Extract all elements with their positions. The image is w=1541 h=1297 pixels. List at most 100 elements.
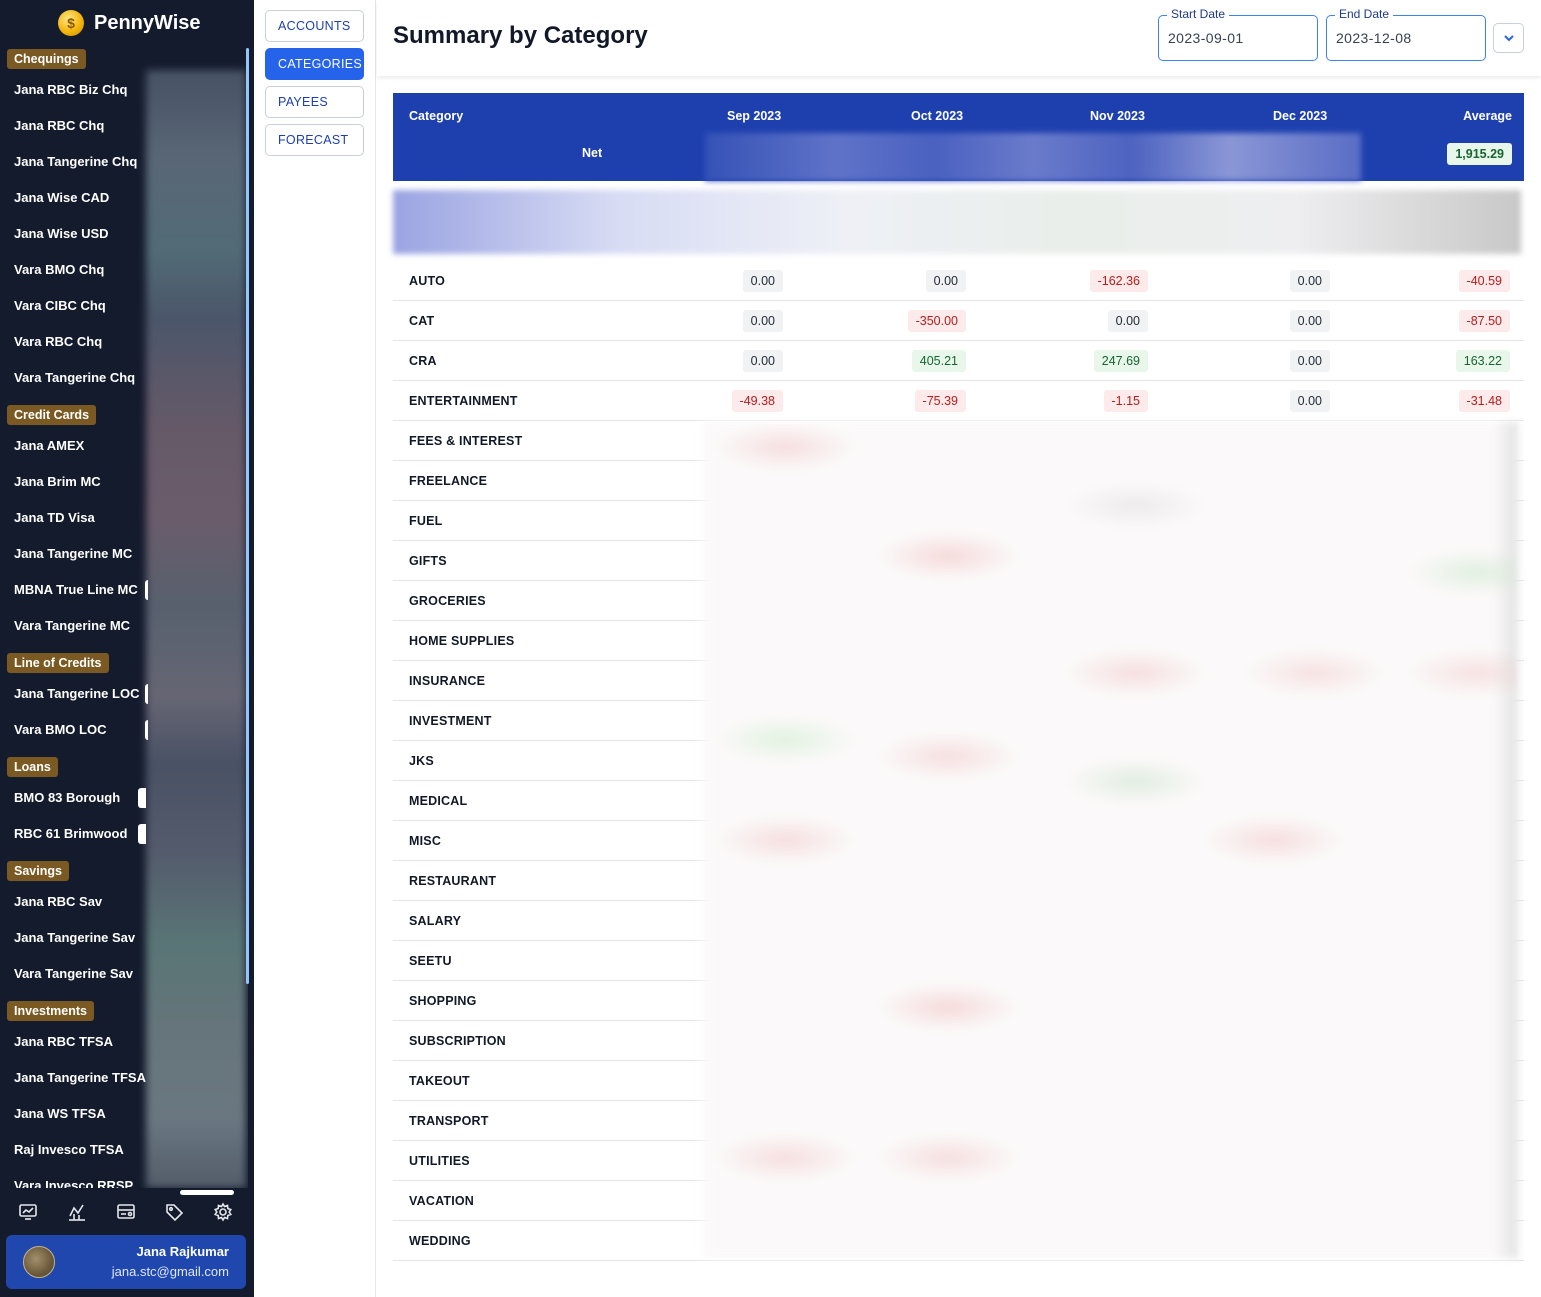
sidebar-account-item[interactable]: Jana Tangerine LOC <box>14 684 139 704</box>
sidebar-account-item[interactable]: Vara RBC Chq <box>14 332 102 352</box>
category-name: GROCERIES <box>409 594 486 608</box>
brand-name: PennyWise <box>94 11 201 34</box>
category-name: SEETU <box>409 954 452 968</box>
payees-button[interactable]: PAYEES <box>265 86 364 118</box>
col-dec-2023[interactable]: Dec 2023 <box>1273 109 1327 123</box>
categories-button[interactable]: CATEGORIES <box>265 48 364 80</box>
page-header: Summary by Category Start Date 2023-09-0… <box>377 0 1541 76</box>
month-value: 0.00 <box>1107 310 1148 332</box>
month-value: 0.00 <box>742 310 783 332</box>
sidebar-account-item[interactable]: Jana RBC Biz Chq <box>14 80 127 100</box>
category-name: FEES & INTEREST <box>409 434 523 448</box>
avatar <box>23 1246 55 1278</box>
average-value: -40.59 <box>1458 270 1510 292</box>
user-card[interactable]: Jana Rajkumar jana.stc@gmail.com <box>6 1235 246 1289</box>
category-name: JKS <box>409 754 434 768</box>
transactions-icon[interactable] <box>115 1201 137 1223</box>
user-name: Jana Rajkumar <box>136 1244 230 1259</box>
report-subnav: ACCOUNTS CATEGORIES PAYEES FORECAST <box>254 0 376 1297</box>
sidebar-account-item[interactable]: Jana Wise CAD <box>14 188 109 208</box>
month-value: 0.00 <box>1289 270 1330 292</box>
table-row[interactable]: CAT 0.00 -350.00 0.00 0.00 -87.50 <box>393 301 1524 341</box>
net-average-value: 1,915.29 <box>1447 143 1512 165</box>
account-list[interactable]: Chequings Jana RBC Biz Chq Jana RBC Chq Jan… <box>0 48 248 1188</box>
col-average[interactable]: Average <box>1463 109 1512 123</box>
table-row[interactable]: ENTERTAINMENT -49.38 -75.39 -1.15 0.00 -31.48 <box>393 381 1524 421</box>
category-values-blurred <box>704 422 1518 1258</box>
average-value: -31.48 <box>1458 390 1510 412</box>
category-name: SALARY <box>409 914 462 928</box>
month-value: -1.15 <box>1103 390 1148 412</box>
sidebar-account-item[interactable]: Jana RBC Chq <box>14 116 104 136</box>
month-value: 405.21 <box>911 350 966 372</box>
sidebar-account-item[interactable]: Jana Brim MC <box>14 472 101 492</box>
sidebar-account-item[interactable]: BMO 83 Borough <box>14 788 120 808</box>
end-date-value[interactable]: 2023-12-08 <box>1336 30 1412 46</box>
sidebar-account-item[interactable]: Vara Tangerine Chq <box>14 368 135 388</box>
sidebar-account-item[interactable]: Vara Tangerine MC <box>14 616 130 636</box>
start-date-field[interactable]: Start Date 2023-09-01 <box>1158 7 1318 61</box>
sidebar-account-item[interactable]: Vara Tangerine Sav <box>14 964 133 984</box>
sidebar-account-item[interactable]: Jana Tangerine Sav <box>14 928 135 948</box>
account-group-label: Investments <box>7 1001 94 1021</box>
month-value: 0.00 <box>742 270 783 292</box>
sidebar-account-item[interactable]: MBNA True Line MC <box>14 580 138 600</box>
month-value: 0.00 <box>1289 390 1330 412</box>
expand-button[interactable] <box>1493 23 1524 53</box>
category-name: FUEL <box>409 514 443 528</box>
sidebar-account-item[interactable]: Raj Invesco TFSA <box>14 1140 124 1160</box>
forecast-button[interactable]: FORECAST <box>265 124 364 156</box>
account-group-label: Credit Cards <box>7 405 97 425</box>
table-row[interactable]: AUTO 0.00 0.00 -162.36 0.00 -40.59 <box>393 261 1524 301</box>
sidebar-scrollbar[interactable] <box>246 48 249 984</box>
income-band-blurred <box>393 190 1521 254</box>
sidebar-account-item[interactable]: Jana RBC Sav <box>14 892 102 912</box>
chevron-down-icon <box>1503 35 1514 42</box>
sidebar-account-item[interactable]: Jana Wise USD <box>14 224 109 244</box>
sidebar-account-item[interactable]: Jana Tangerine MC <box>14 544 132 564</box>
account-balance-tab <box>145 684 148 704</box>
sidebar-account-item[interactable]: Jana TD Visa <box>14 508 95 528</box>
category-name: CAT <box>409 314 435 328</box>
dashboard-icon[interactable] <box>17 1201 39 1223</box>
month-value: 0.00 <box>1289 310 1330 332</box>
account-balance-tab <box>145 580 148 600</box>
sidebar-account-item[interactable]: Vara BMO Chq <box>14 260 104 280</box>
month-value: 0.00 <box>742 350 783 372</box>
col-nov-2023[interactable]: Nov 2023 <box>1090 109 1145 123</box>
start-date-value[interactable]: 2023-09-01 <box>1168 30 1244 46</box>
sidebar-account-item[interactable]: RBC 61 Brimwood <box>14 824 127 844</box>
category-name: FREELANCE <box>409 474 488 488</box>
account-balance-tab <box>145 720 148 740</box>
end-date-field[interactable]: End Date 2023-12-08 <box>1326 7 1486 61</box>
table-header: Category Sep 2023 Oct 2023 Nov 2023 Dec … <box>393 93 1524 181</box>
category-name: MEDICAL <box>409 794 468 808</box>
sidebar-account-item[interactable]: Jana WS TFSA <box>14 1104 106 1124</box>
coin-logo-icon: $ <box>58 10 84 36</box>
table-row[interactable]: CRA 0.00 405.21 247.69 0.00 163.22 <box>393 341 1524 381</box>
sidebar: $ PennyWise Chequings Jana RBC Biz Chq Jan… <box>0 0 254 1297</box>
sidebar-account-item[interactable]: Jana RBC TFSA <box>14 1032 113 1052</box>
col-sep-2023[interactable]: Sep 2023 <box>727 109 781 123</box>
col-category[interactable]: Category <box>409 109 463 123</box>
col-oct-2023[interactable]: Oct 2023 <box>911 109 963 123</box>
accounts-button[interactable]: ACCOUNTS <box>265 10 364 42</box>
page-title: Summary by Category <box>393 22 648 49</box>
month-value: 247.69 <box>1093 350 1148 372</box>
sidebar-account-item[interactable]: Vara BMO LOC <box>14 720 106 740</box>
account-group-label: Chequings <box>7 49 86 69</box>
sidebar-account-item[interactable]: Jana AMEX <box>14 436 84 456</box>
account-balances-blurred <box>146 70 246 1188</box>
sidebar-account-item[interactable]: Vara Invesco RRSP <box>14 1176 133 1188</box>
chart-icon[interactable] <box>66 1201 88 1223</box>
end-date-label: End Date <box>1335 7 1394 21</box>
sidebar-account-item[interactable]: Jana Tangerine Chq <box>14 152 137 172</box>
sidebar-account-item[interactable]: Jana Tangerine TFSA <box>14 1068 146 1088</box>
category-name: HOME SUPPLIES <box>409 634 515 648</box>
tag-icon[interactable] <box>163 1201 185 1223</box>
sidebar-account-item[interactable]: Vara CIBC Chq <box>14 296 106 316</box>
account-balance-tab <box>138 824 146 844</box>
brand[interactable]: $ PennyWise <box>58 8 201 38</box>
month-value: 0.00 <box>1289 350 1330 372</box>
settings-icon[interactable] <box>212 1201 234 1223</box>
